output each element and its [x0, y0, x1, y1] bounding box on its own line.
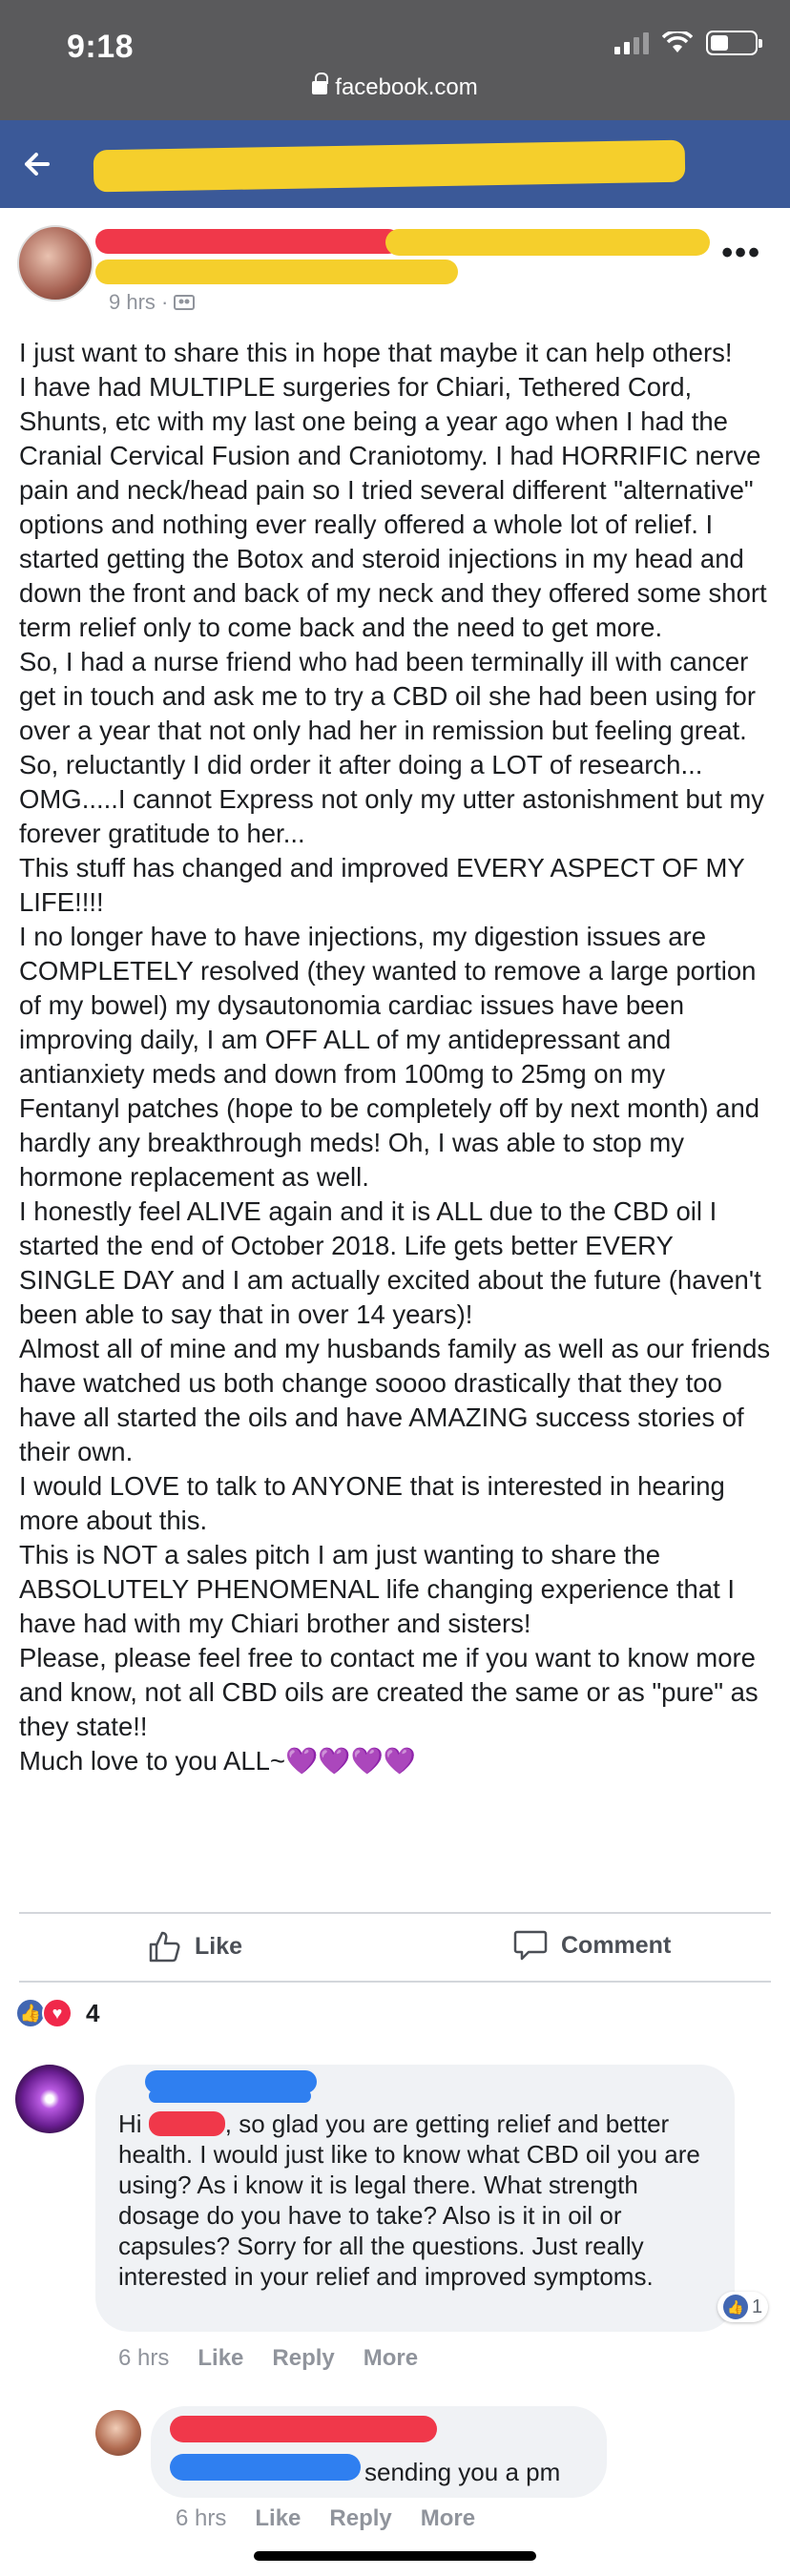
redacted-replier-mention: [170, 2454, 361, 2481]
wifi-icon: [662, 31, 693, 52]
avatar[interactable]: [95, 2410, 141, 2456]
reply-text: sending you a pm: [364, 2458, 561, 2486]
redacted-group-link: [385, 229, 710, 256]
comment-actions: 6 hrs Like Reply More: [118, 2345, 418, 2372]
more-options-icon[interactable]: •••: [721, 235, 761, 272]
comment-label: Comment: [561, 1931, 672, 1959]
battery-icon: [706, 31, 762, 55]
comment-button[interactable]: Comment: [513, 1929, 671, 1962]
comment-like-button[interactable]: Like: [198, 2345, 243, 2372]
reaction-count: 4: [86, 1998, 100, 2027]
audience-icon: [174, 295, 196, 310]
thumbs-up-icon: [149, 1931, 180, 1963]
post-actions: Like Comment: [0, 1916, 790, 1983]
redacted-replier-name: [170, 2416, 437, 2442]
like-button[interactable]: Like: [147, 1929, 242, 1963]
post-paragraph: Almost all of mine and my husbands famil…: [19, 1334, 771, 1466]
post-body: I just want to share this in hope that m…: [19, 336, 773, 1778]
status-icons: [614, 31, 762, 55]
post-paragraph: So, I had a nurse friend who had been te…: [19, 647, 756, 745]
like-reaction-icon: 👍: [723, 2295, 748, 2319]
comment-more-button[interactable]: More: [364, 2345, 418, 2372]
comment-like-count[interactable]: 👍 1: [717, 2292, 769, 2322]
home-indicator[interactable]: [254, 2551, 536, 2561]
status-bar: 9:18 facebook.com: [0, 0, 790, 120]
post-timestamp: 9 hrs ·: [109, 290, 196, 315]
post-paragraph: So, reluctantly I did order it after doi…: [19, 750, 765, 848]
comment-icon: [513, 1930, 548, 1961]
post-paragraph: Please, please feel free to contact me i…: [19, 1643, 759, 1741]
post-paragraph: I have had MULTIPLE surgeries for Chiari…: [19, 372, 767, 642]
back-arrow-icon[interactable]: [19, 145, 57, 183]
comment-more-button[interactable]: More: [421, 2505, 475, 2532]
love-reaction-icon: ♥: [42, 1998, 73, 2028]
url-bar[interactable]: facebook.com: [0, 73, 790, 101]
divider: [19, 1912, 771, 1914]
purple-hearts-emoji: 💜💜💜💜: [285, 1746, 416, 1776]
comment-text: Hi , so glad you are getting relief and …: [118, 2109, 700, 2291]
reactions-summary[interactable]: 👍 ♥ 4: [15, 1998, 99, 2028]
redacted-commenter-subline: [149, 2089, 311, 2103]
post-paragraph: I honestly feel ALIVE again and it is AL…: [19, 1196, 761, 1329]
post-paragraph: This is NOT a sales pitch I am just want…: [19, 1540, 735, 1638]
redacted-author-subline: [95, 260, 458, 284]
comment-time: 6 hrs: [118, 2345, 170, 2371]
comment-reply-button[interactable]: Reply: [272, 2345, 334, 2372]
lock-icon: [312, 73, 329, 94]
comment-reply-button[interactable]: Reply: [329, 2505, 391, 2532]
like-label: Like: [195, 1932, 243, 1960]
comment-actions: 6 hrs Like Reply More: [176, 2505, 475, 2532]
post-paragraph-last: Much love to you ALL~💜💜💜💜: [19, 1746, 416, 1776]
comment-like-button[interactable]: Like: [255, 2505, 301, 2532]
redacted-group-name: [93, 139, 686, 193]
avatar[interactable]: [17, 225, 94, 301]
signal-icon: [614, 31, 649, 54]
url-text: facebook.com: [335, 74, 478, 100]
redacted-mention: [148, 2111, 225, 2136]
status-time: 9:18: [67, 29, 135, 65]
post-paragraph: I no longer have to have injections, my …: [19, 922, 760, 1192]
avatar[interactable]: [15, 2065, 84, 2133]
comment-time: 6 hrs: [176, 2505, 227, 2531]
post-paragraph: I just want to share this in hope that m…: [19, 338, 733, 367]
post-paragraph: I would LOVE to talk to ANYONE that is i…: [19, 1471, 725, 1535]
divider: [19, 1981, 771, 1983]
redacted-author-name: [95, 229, 401, 254]
page-header: [0, 120, 790, 208]
post-paragraph: This stuff has changed and improved EVER…: [19, 853, 745, 917]
